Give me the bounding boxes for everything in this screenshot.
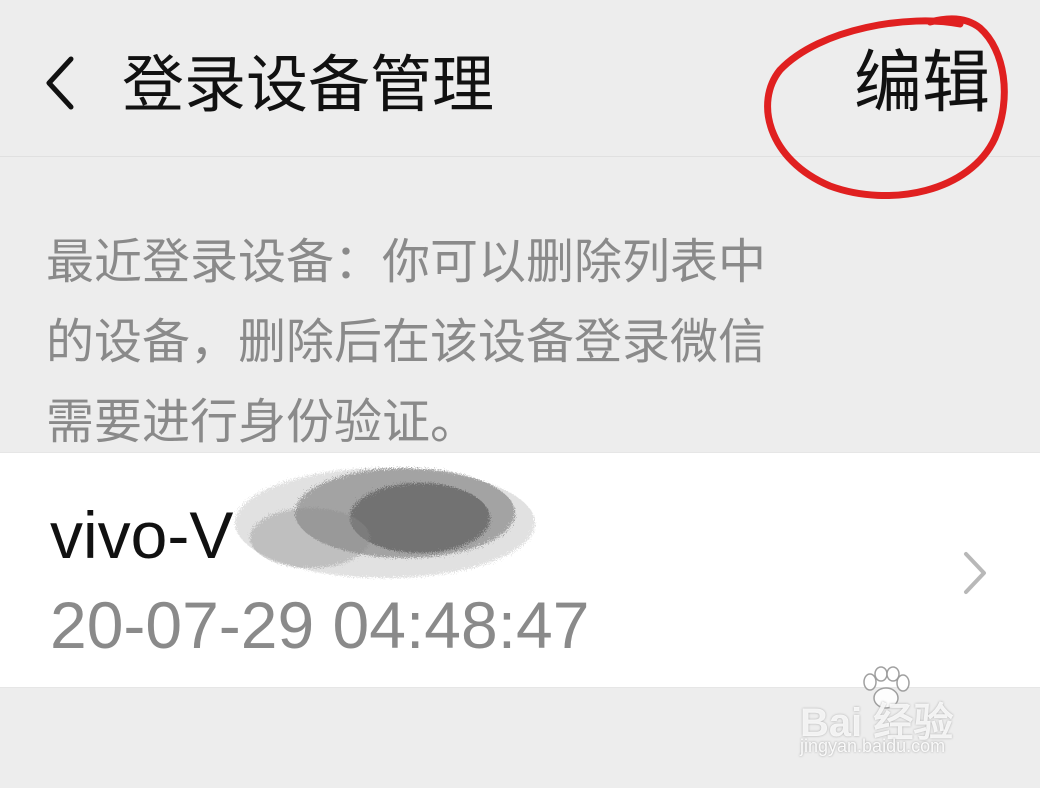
edit-button[interactable]: 编辑 <box>854 46 990 122</box>
redaction-scribble <box>235 468 535 578</box>
chevron-right-icon <box>964 552 986 594</box>
description-line: 的设备，删除后在该设备登录微信 <box>46 314 767 370</box>
top-bar: 登录设备管理 编辑 <box>0 0 1040 157</box>
back-button[interactable] <box>30 48 90 118</box>
back-chevron-icon <box>46 56 74 110</box>
page-title: 登录设备管理 <box>122 48 495 121</box>
baidu-jingyan-watermark: Bai 经验 jingyan.baidu.com <box>800 666 1000 770</box>
description-text: 最近登录设备：你可以删除列表中 的设备，删除后在该设备登录微信 需要进行身份验证… <box>46 222 946 462</box>
device-login-time: 20-07-29 04:48:47 <box>50 588 590 662</box>
description-line: 需要进行身份验证。 <box>46 394 479 450</box>
device-name: vivo-V <box>50 498 234 572</box>
description-line: 最近登录设备：你可以删除列表中 <box>46 234 767 290</box>
watermark-url: jingyan.baidu.com <box>800 736 946 756</box>
device-list-item[interactable]: vivo-V 20-07-29 04:48:47 <box>0 452 1040 688</box>
